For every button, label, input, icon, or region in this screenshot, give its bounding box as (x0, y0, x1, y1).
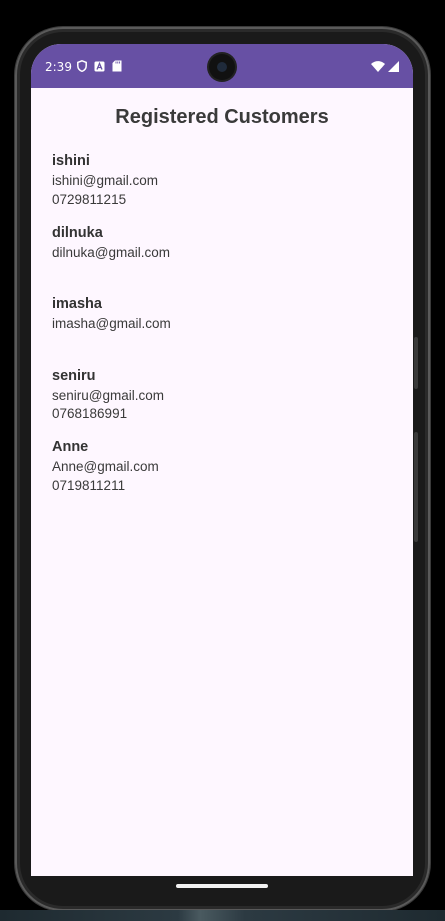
list-item: seniru seniru@gmail.com 0768186991 (52, 367, 392, 439)
main-content: Registered Customers ishini ishini@gmail… (31, 88, 413, 876)
status-icons-left (77, 60, 122, 72)
page-title: Registered Customers (115, 106, 329, 128)
customer-phone: 0768186991 (52, 406, 128, 421)
customer-email: Anne@gmail.com (52, 459, 159, 474)
customer-name: dilnuka (52, 224, 103, 241)
sd-card-icon (112, 60, 122, 72)
device-stage: 2:39 Registered Customers ishini ishini@… (0, 0, 445, 921)
customer-phone: 0729811215 (52, 191, 127, 207)
cell-signal-icon (388, 59, 399, 77)
status-bar: 2:39 (31, 44, 413, 88)
front-camera (209, 54, 235, 80)
list-item: dilnuka dilnuka@gmail.com (52, 224, 392, 296)
customer-email: ishini@gmail.com (52, 173, 158, 188)
list-item: Anne Anne@gmail.com 0719811211 (52, 438, 392, 510)
wifi-icon (371, 59, 385, 77)
customer-name: seniru (52, 367, 96, 384)
shield-icon (77, 60, 87, 72)
customer-name: imasha (52, 296, 102, 312)
customer-name: Anne (52, 439, 89, 455)
home-gesture-bar[interactable] (176, 884, 268, 888)
customer-email: imasha@gmail.com (52, 316, 171, 331)
customer-email: dilnuka@gmail.com (52, 244, 170, 260)
customer-list: ishini ishini@gmail.com 0729811215 dilnu… (52, 152, 392, 510)
status-icons-right (371, 59, 399, 77)
app-screen: 2:39 Registered Customers ishini ishini@… (31, 44, 413, 876)
list-item: imasha imasha@gmail.com (52, 295, 392, 367)
customer-phone: 0719811211 (52, 477, 126, 493)
customer-email: seniru@gmail.com (52, 387, 164, 403)
customer-name: ishini (52, 153, 90, 169)
power-button (414, 337, 418, 389)
volume-button (414, 432, 418, 542)
list-item: ishini ishini@gmail.com 0729811215 (52, 152, 392, 224)
desktop-taskbar-strip (0, 910, 445, 921)
font-a-icon (94, 61, 105, 72)
status-time: 2:39 (45, 60, 72, 74)
